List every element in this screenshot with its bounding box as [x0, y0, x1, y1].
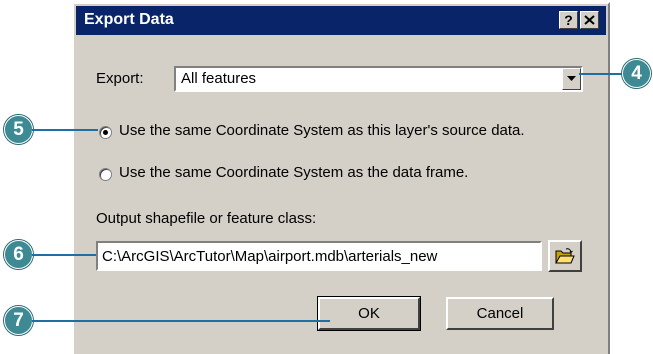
- output-path-field[interactable]: [96, 241, 542, 271]
- cancel-button[interactable]: Cancel: [446, 297, 554, 330]
- export-data-dialog: Export Data ? Export: All features Use t…: [72, 2, 610, 354]
- radio-data-frame-label: Use the same Coordinate System as the da…: [119, 164, 469, 181]
- callout-7: 7: [4, 306, 33, 335]
- radio-data-frame-coordinate-system[interactable]: [99, 168, 112, 181]
- chevron-down-icon: [567, 76, 576, 81]
- callout-5: 5: [4, 115, 33, 144]
- callout-4-leader: [579, 73, 623, 75]
- callout-5-leader: [32, 129, 98, 131]
- callout-6-leader: [32, 254, 96, 256]
- close-button[interactable]: [580, 11, 599, 29]
- export-dropdown[interactable]: All features: [174, 66, 583, 92]
- export-dropdown-value: All features: [181, 70, 257, 87]
- radio-selected-dot: [103, 130, 108, 135]
- output-label: Output shapefile or feature class:: [96, 210, 317, 227]
- callout-4: 4: [622, 59, 651, 88]
- help-button[interactable]: ?: [559, 11, 578, 29]
- close-icon: [584, 15, 595, 25]
- open-folder-icon: [555, 247, 575, 263]
- radio-source-coordinate-system[interactable]: [99, 126, 112, 139]
- browse-button[interactable]: [548, 240, 582, 272]
- radio-source-label: Use the same Coordinate System as this l…: [119, 122, 525, 139]
- title-bar: Export Data ?: [76, 6, 606, 35]
- dialog-title: Export Data: [84, 11, 174, 28]
- dropdown-button[interactable]: [562, 68, 581, 90]
- ok-button[interactable]: OK: [317, 296, 421, 331]
- callout-7-leader: [32, 320, 330, 322]
- callout-6: 6: [4, 240, 33, 269]
- export-label: Export:: [96, 70, 144, 87]
